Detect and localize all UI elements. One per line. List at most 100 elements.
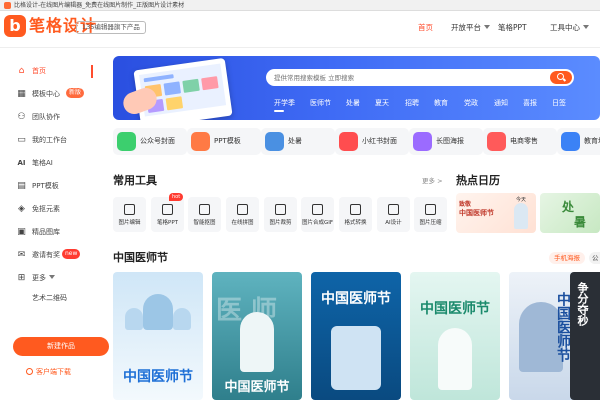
sidebar-item-label: 首页: [32, 67, 46, 75]
compress-icon: [425, 204, 436, 215]
nav-home[interactable]: 首页: [418, 21, 433, 35]
filter-more[interactable]: 公: [589, 252, 600, 264]
tool-label: 智能抠图: [193, 220, 216, 226]
ppt-icon: [191, 132, 210, 151]
collage-icon: [237, 204, 248, 215]
poster-card[interactable]: 中国医师节: [410, 272, 500, 400]
category-chushu[interactable]: 处暑: [261, 128, 335, 155]
tool-bige-ppt[interactable]: 笔格PPT: [151, 197, 184, 232]
category-xiaohongshu[interactable]: 小红书封面: [335, 128, 409, 155]
tools-section-title: 常用工具: [113, 174, 157, 187]
calendar-card-doctors-day[interactable]: 致敬 中国医师节 今天: [456, 193, 536, 233]
doctor-illustration: [143, 294, 173, 330]
sidebar-item-workspace[interactable]: ▭ 我的工作台: [0, 130, 108, 152]
sidebar-item-label: 模板中心: [32, 90, 60, 98]
doctor-illustration: [331, 326, 381, 390]
tool-compress[interactable]: 图片压缩: [414, 197, 447, 232]
folder-icon: ▭: [17, 135, 26, 145]
banner-tag[interactable]: 招聘: [405, 98, 419, 108]
sidebar-item-templates[interactable]: ▦ 模板中心 新版: [0, 84, 108, 106]
category-label: 公众号封面: [140, 137, 175, 145]
sidebar-item-qrcode[interactable]: 艺术二维码: [0, 288, 108, 310]
sidebar-item-label: 我的工作台: [32, 136, 67, 144]
new-work-button[interactable]: 新建作品: [13, 337, 109, 356]
festival-section-title: 中国医师节: [113, 251, 168, 264]
tool-crop[interactable]: 图片裁剪: [264, 197, 297, 232]
doctor-illustration: [438, 328, 472, 390]
sidebar-item-home[interactable]: ⌂ 首页: [0, 61, 108, 83]
sidebar-item-label: 团队协作: [32, 113, 60, 121]
doctor-illustration: [514, 203, 528, 229]
chevron-down-icon: [583, 25, 589, 29]
gif-icon: [312, 204, 323, 215]
ppt-icon: ▤: [17, 181, 26, 191]
poster-card[interactable]: 争分夺秒: [570, 272, 600, 400]
new-badge: new: [62, 249, 81, 259]
category-label: 长图海报: [436, 137, 464, 145]
home-icon: ⌂: [18, 66, 25, 76]
sidebar-item-team[interactable]: ⚇ 团队协作: [0, 107, 108, 129]
category-wechat-cover[interactable]: 公众号封面: [113, 128, 187, 155]
banner-tag[interactable]: 日签: [552, 98, 566, 108]
tool-format-convert[interactable]: 格式转换: [339, 197, 372, 232]
calendar-card-line2: 中国医师节: [459, 209, 494, 217]
tool-smart-cutout[interactable]: 智能抠图: [188, 197, 221, 232]
nav-open-platform[interactable]: 开放平台: [451, 21, 490, 35]
poster-card[interactable]: 中国医师节: [113, 272, 203, 400]
category-education[interactable]: 教育培训: [557, 128, 600, 155]
tool-label: 格式转换: [344, 220, 367, 226]
element-icon: ◈: [18, 204, 25, 214]
banner-tag[interactable]: 夏天: [375, 98, 389, 108]
convert-icon: [350, 204, 361, 215]
xiaohongshu-icon: [339, 132, 358, 151]
poster-title: 争分夺秒: [576, 282, 589, 326]
logo-icon[interactable]: b: [4, 15, 26, 37]
sidebar-item-elements[interactable]: ◈ 免抠元素: [0, 199, 108, 221]
banner-tag[interactable]: 党政: [464, 98, 478, 108]
category-long-poster[interactable]: 长图海报: [409, 128, 483, 155]
poster-icon: [413, 132, 432, 151]
today-tag: 今天: [516, 197, 527, 203]
category-ecommerce[interactable]: 电商零售: [483, 128, 557, 155]
sidebar-item-ppt[interactable]: ▤ PPT模板: [0, 176, 108, 198]
calendar-card-line2: 暑: [574, 215, 587, 229]
new-version-badge: 新版: [66, 88, 85, 98]
nav-ppt[interactable]: 笔格PPT: [498, 21, 527, 35]
banner-tag[interactable]: 教育: [434, 98, 448, 108]
tool-label: 图片编辑: [118, 220, 141, 226]
category-label: 电商零售: [510, 137, 538, 145]
sidebar-item-invite[interactable]: ✉ 邀请有奖 new: [0, 245, 108, 267]
doctor-illustration: [240, 312, 274, 372]
category-ppt[interactable]: PPT模板: [187, 128, 261, 155]
doctor-illustration: [173, 308, 191, 330]
banner-tag[interactable]: 医师节: [310, 98, 331, 108]
client-download-link[interactable]: 客户端下载: [26, 367, 71, 377]
gallery-icon: ▣: [17, 227, 26, 237]
search-icon[interactable]: [550, 71, 572, 84]
browser-tab-title[interactable]: 比格设计-在线图片编辑器_免费在线图片制作_正版图片设计素材: [14, 1, 184, 10]
tool-gif[interactable]: 图片合成GIF: [301, 197, 334, 232]
sidebar-item-gallery[interactable]: ▣ 精品图库: [0, 222, 108, 244]
tool-collage[interactable]: 在线拼图: [226, 197, 259, 232]
banner-tag[interactable]: 喜报: [523, 98, 537, 108]
banner-tag[interactable]: 通知: [494, 98, 508, 108]
sidebar-item-ai[interactable]: AI 笔格AI: [0, 153, 108, 175]
tool-ai-design[interactable]: AI设计: [377, 197, 410, 232]
ppt-icon: [162, 204, 173, 215]
tool-label: AI设计: [385, 220, 402, 226]
tool-image-edit[interactable]: 图片编辑: [113, 197, 146, 232]
hot-badge: hot: [169, 193, 184, 201]
nav-tool-center[interactable]: 工具中心: [550, 21, 589, 35]
tools-more-link[interactable]: 更多 >: [422, 176, 443, 186]
banner-tag[interactable]: 处暑: [346, 98, 360, 108]
poster-card[interactable]: 医 师 中国医师节: [212, 272, 302, 400]
nav-tool-center-label: 工具中心: [550, 23, 580, 32]
search-box[interactable]: [266, 69, 574, 86]
poster-card[interactable]: 中国医师节: [311, 272, 401, 400]
banner-tag[interactable]: 开学季: [274, 98, 295, 108]
calendar-card-chushu[interactable]: 处 暑: [540, 193, 600, 233]
sidebar-item-label: 笔格AI: [32, 159, 53, 167]
sidebar-item-more[interactable]: ⊞ 更多: [0, 268, 108, 290]
filter-mobile-poster[interactable]: 手机海报: [549, 252, 585, 264]
search-input[interactable]: [274, 71, 534, 84]
